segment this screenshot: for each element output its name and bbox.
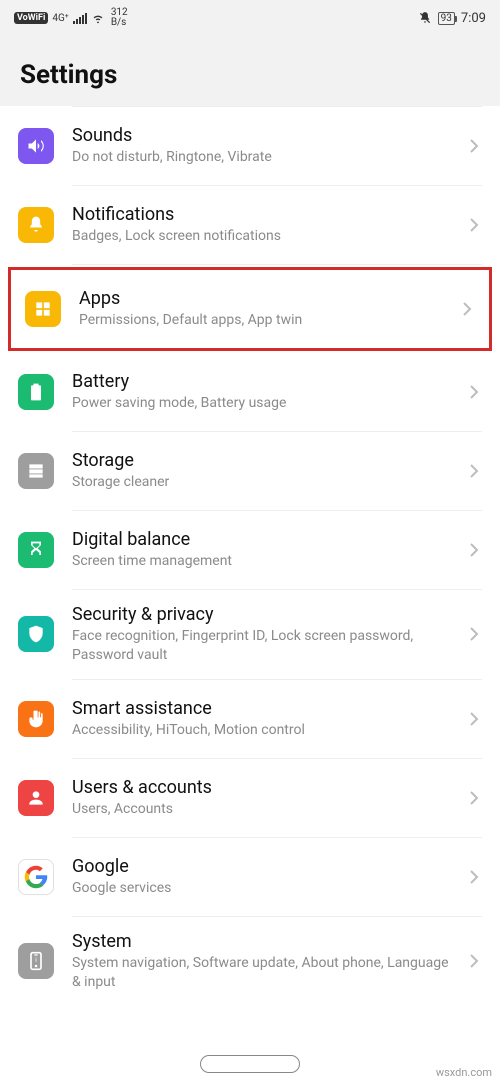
row-subtitle: Do not disturb, Ringtone, Vibrate bbox=[72, 148, 458, 167]
user-icon bbox=[18, 780, 54, 816]
row-subtitle: Screen time management bbox=[72, 552, 458, 571]
status-left: VoWiFi 4G⁺ 312 B/s bbox=[14, 8, 128, 28]
hourglass-icon bbox=[18, 532, 54, 568]
row-title: Battery bbox=[72, 371, 458, 392]
row-sounds[interactable]: Sounds Do not disturb, Ringtone, Vibrate bbox=[0, 107, 500, 185]
settings-row-apps: Apps Permissions, Default apps, App twin bbox=[8, 267, 492, 351]
row-subtitle: Permissions, Default apps, App twin bbox=[79, 311, 451, 330]
page-title: Settings bbox=[20, 60, 480, 90]
apps-icon bbox=[25, 291, 61, 327]
bell-icon bbox=[18, 207, 54, 243]
settings-row-battery: Battery Power saving mode, Battery usage bbox=[0, 353, 500, 432]
row-apps[interactable]: Apps Permissions, Default apps, App twin bbox=[11, 270, 489, 348]
clock: 7:09 bbox=[461, 11, 486, 26]
gesture-nav-pill[interactable] bbox=[200, 1055, 300, 1073]
row-security[interactable]: Security & privacy Face recognition, Fin… bbox=[0, 590, 500, 679]
row-title: Security & privacy bbox=[72, 604, 458, 625]
system-icon: i bbox=[18, 943, 54, 979]
settings-list: Sounds Do not disturb, Ringtone, Vibrate… bbox=[0, 107, 500, 1006]
settings-row-notifications: Notifications Badges, Lock screen notifi… bbox=[0, 186, 500, 265]
row-title: Storage bbox=[72, 450, 458, 471]
watermark: wsxdn.com bbox=[436, 1066, 492, 1079]
shield-icon bbox=[18, 616, 54, 652]
google-icon bbox=[18, 859, 54, 895]
row-title: Digital balance bbox=[72, 529, 458, 550]
svg-text:i: i bbox=[35, 956, 37, 964]
row-subtitle: Badges, Lock screen notifications bbox=[72, 227, 458, 246]
chevron-right-icon bbox=[466, 953, 482, 969]
row-subtitle: Power saving mode, Battery usage bbox=[72, 394, 458, 413]
sound-icon bbox=[18, 128, 54, 164]
status-bar: VoWiFi 4G⁺ 312 B/s 93 7:09 bbox=[0, 0, 500, 36]
settings-row-sounds: Sounds Do not disturb, Ringtone, Vibrate bbox=[0, 107, 500, 186]
status-right: 93 7:09 bbox=[418, 11, 486, 26]
row-digital-balance[interactable]: Digital balance Screen time management bbox=[0, 511, 500, 589]
row-google[interactable]: Google Google services bbox=[0, 838, 500, 916]
row-title: Google bbox=[72, 856, 458, 877]
row-subtitle: Users, Accounts bbox=[72, 800, 458, 819]
settings-row-security: Security & privacy Face recognition, Fin… bbox=[0, 590, 500, 680]
row-title: Users & accounts bbox=[72, 777, 458, 798]
chevron-right-icon bbox=[466, 217, 482, 233]
row-users[interactable]: Users & accounts Users, Accounts bbox=[0, 759, 500, 837]
mute-icon bbox=[418, 11, 432, 25]
row-subtitle: Accessibility, HiTouch, Motion control bbox=[72, 721, 458, 740]
row-storage[interactable]: Storage Storage cleaner bbox=[0, 432, 500, 510]
chevron-right-icon bbox=[466, 384, 482, 400]
divider bbox=[72, 264, 482, 265]
settings-row-google: Google Google services bbox=[0, 838, 500, 917]
hand-icon bbox=[18, 701, 54, 737]
row-smart-assistance[interactable]: Smart assistance Accessibility, HiTouch,… bbox=[0, 680, 500, 758]
settings-row-users: Users & accounts Users, Accounts bbox=[0, 759, 500, 838]
row-subtitle: Face recognition, Fingerprint ID, Lock s… bbox=[72, 627, 458, 665]
net-speed: 312 B/s bbox=[111, 8, 128, 28]
chevron-right-icon bbox=[466, 869, 482, 885]
row-subtitle: Storage cleaner bbox=[72, 473, 458, 492]
signal-bars-icon bbox=[73, 13, 87, 24]
row-title: Apps bbox=[79, 288, 451, 309]
chevron-right-icon bbox=[459, 301, 475, 317]
wifi-icon bbox=[91, 11, 105, 25]
row-battery[interactable]: Battery Power saving mode, Battery usage bbox=[0, 353, 500, 431]
battery-indicator: 93 bbox=[438, 12, 455, 25]
settings-row-storage: Storage Storage cleaner bbox=[0, 432, 500, 511]
settings-row-smart-assistance: Smart assistance Accessibility, HiTouch,… bbox=[0, 680, 500, 759]
vowifi-badge: VoWiFi bbox=[14, 12, 48, 24]
chevron-right-icon bbox=[466, 711, 482, 727]
settings-row-system: i System System navigation, Software upd… bbox=[0, 917, 500, 1006]
battery-icon bbox=[18, 374, 54, 410]
storage-icon bbox=[18, 453, 54, 489]
chevron-right-icon bbox=[466, 790, 482, 806]
chevron-right-icon bbox=[466, 138, 482, 154]
row-title: System bbox=[72, 931, 458, 952]
row-title: Notifications bbox=[72, 204, 458, 225]
chevron-right-icon bbox=[466, 626, 482, 642]
chevron-right-icon bbox=[466, 463, 482, 479]
settings-row-digital-balance: Digital balance Screen time management bbox=[0, 511, 500, 590]
row-system[interactable]: i System System navigation, Software upd… bbox=[0, 917, 500, 1006]
row-subtitle: Google services bbox=[72, 879, 458, 898]
network-type: 4G⁺ bbox=[52, 13, 68, 24]
row-title: Smart assistance bbox=[72, 698, 458, 719]
row-notifications[interactable]: Notifications Badges, Lock screen notifi… bbox=[0, 186, 500, 264]
row-title: Sounds bbox=[72, 125, 458, 146]
page-header: Settings bbox=[0, 36, 500, 106]
chevron-right-icon bbox=[466, 542, 482, 558]
row-subtitle: System navigation, Software update, Abou… bbox=[72, 954, 458, 992]
